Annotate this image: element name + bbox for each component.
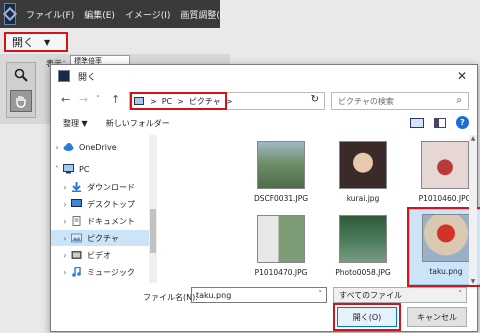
chevron-down-icon[interactable]: ˅ bbox=[459, 290, 463, 298]
forward-arrow-icon[interactable]: → bbox=[79, 93, 88, 106]
nav-item-label: ピクチャ bbox=[87, 233, 119, 243]
file-thumbnail bbox=[421, 141, 469, 189]
dialog-app-icon bbox=[58, 70, 70, 82]
nav-item-label: ビデオ bbox=[87, 250, 111, 260]
recent-chevron-icon[interactable]: ˅ bbox=[96, 95, 100, 103]
help-icon[interactable]: ? bbox=[456, 116, 469, 129]
filename-input[interactable]: taku.png ˅ bbox=[191, 287, 327, 303]
nav-item-desktop[interactable]: › デスクトップ bbox=[59, 196, 159, 212]
file-name: DSCF0031.JPG bbox=[253, 194, 309, 203]
chevron-icon[interactable]: › bbox=[59, 268, 71, 277]
hand-tool-icon[interactable] bbox=[10, 90, 32, 112]
file-name: kurai.jpg bbox=[346, 194, 380, 203]
open-tool-label: 開く bbox=[12, 36, 34, 49]
address-bar[interactable]: > PC > ピクチャ > ↻ bbox=[129, 92, 325, 110]
chevron-icon[interactable]: › bbox=[59, 200, 71, 209]
chevron-down-icon[interactable]: ▼ bbox=[44, 38, 50, 47]
nav-item-label: ダウンロード bbox=[87, 182, 135, 192]
scroll-down-icon[interactable]: ▼ bbox=[469, 278, 477, 285]
file-item[interactable]: P1010470.JPG bbox=[245, 211, 317, 283]
menu-bar: ファイル(F) 編集(E) イメージ(I) 画質調整(L) bbox=[0, 0, 228, 28]
dialog-title: 開く bbox=[78, 72, 97, 83]
back-arrow-icon[interactable]: ← bbox=[61, 93, 70, 106]
new-folder-button[interactable]: 新しいフォルダー bbox=[106, 118, 170, 129]
chevron-icon[interactable]: › bbox=[59, 217, 71, 226]
filename-label: ファイル名(N): bbox=[143, 293, 198, 302]
app-logo-icon bbox=[2, 3, 18, 25]
file-item[interactable]: Photo0058.JPG bbox=[327, 211, 399, 283]
address-highlight bbox=[130, 92, 227, 110]
file-thumbnail bbox=[339, 215, 387, 263]
video-icon bbox=[71, 251, 82, 259]
nav-item-pc[interactable]: ˅ PC bbox=[51, 161, 151, 177]
filetype-select[interactable]: すべてのファイル ˅ bbox=[333, 287, 467, 303]
search-icon: ⌕ bbox=[456, 95, 462, 106]
scroll-up-icon[interactable]: ▲ bbox=[469, 135, 477, 142]
organize-button[interactable]: 整理 ▼ bbox=[63, 118, 88, 129]
chevron-icon[interactable]: ˅ bbox=[51, 165, 63, 174]
desktop-icon bbox=[71, 199, 82, 207]
navigation-pane: › OneDrive ˅ PC › ダウンロード › デスクトップ › ドキュメ… bbox=[51, 135, 159, 285]
nav-item-documents[interactable]: › ドキュメント bbox=[59, 213, 159, 229]
chevron-icon[interactable]: › bbox=[59, 183, 71, 192]
view-mode-icon[interactable] bbox=[410, 117, 424, 128]
filetype-value: すべてのファイル bbox=[339, 290, 403, 300]
download-icon bbox=[72, 182, 81, 192]
refresh-icon[interactable]: ↻ bbox=[311, 94, 319, 105]
content-scrollbar[interactable]: ▲ ▼ bbox=[469, 135, 477, 285]
file-grid: DSCF0031.JPG kurai.jpg P1010460.JPG P101… bbox=[161, 135, 480, 287]
nav-scroll-thumb[interactable] bbox=[150, 209, 156, 253]
chevron-down-icon[interactable]: ˅ bbox=[319, 290, 323, 298]
file-item[interactable]: DSCF0031.JPG bbox=[245, 137, 317, 209]
file-name: Photo0058.JPG bbox=[335, 268, 391, 277]
nav-item-music[interactable]: › ミュージック bbox=[59, 264, 159, 280]
file-thumbnail bbox=[339, 141, 387, 189]
command-bar: 整理 ▼ 新しいフォルダー ? bbox=[51, 113, 477, 133]
nav-item-label: ドキュメント bbox=[87, 216, 135, 226]
search-box[interactable]: ピクチャの検索 ⌕ bbox=[331, 92, 469, 110]
pc-icon bbox=[63, 164, 74, 174]
navigation-row: ← → ˅ ↑ > PC > ピクチャ > ↻ ピクチャの検索 ⌕ bbox=[51, 89, 477, 111]
open-button[interactable]: 開く(O) bbox=[337, 307, 397, 327]
menu-edit[interactable]: 編集(E) bbox=[84, 8, 115, 21]
zoom-tool-icon[interactable] bbox=[10, 64, 32, 86]
file-item[interactable]: kurai.jpg bbox=[327, 137, 399, 209]
preview-pane-icon[interactable] bbox=[434, 117, 446, 128]
search-placeholder: ピクチャの検索 bbox=[338, 96, 394, 106]
music-icon bbox=[72, 267, 81, 277]
open-dialog: 開く ✕ ← → ˅ ↑ > PC > ピクチャ > ↻ ピクチャの検索 ⌕ 整… bbox=[50, 64, 480, 332]
documents-icon bbox=[72, 216, 81, 226]
nav-item-label: デスクトップ bbox=[87, 199, 135, 209]
nav-item-label: ミュージック bbox=[87, 267, 135, 277]
filename-value: taku.png bbox=[196, 290, 232, 300]
up-arrow-icon[interactable]: ↑ bbox=[111, 93, 120, 106]
close-icon[interactable]: ✕ bbox=[457, 69, 467, 83]
cloud-icon bbox=[63, 143, 74, 151]
nav-item-videos[interactable]: › ビデオ bbox=[59, 247, 159, 263]
nav-item-pictures[interactable]: › ピクチャ bbox=[51, 230, 149, 246]
nav-item-onedrive[interactable]: › OneDrive bbox=[51, 139, 151, 155]
chevron-icon[interactable]: › bbox=[59, 234, 71, 243]
cancel-button[interactable]: キャンセル bbox=[407, 307, 467, 327]
file-thumbnail bbox=[422, 214, 470, 262]
nav-item-label: PC bbox=[79, 164, 90, 174]
menu-adjust[interactable]: 画質調整(L) bbox=[180, 8, 228, 21]
nav-item-label: OneDrive bbox=[79, 142, 117, 152]
file-thumbnail bbox=[257, 141, 305, 189]
nav-item-downloads[interactable]: › ダウンロード bbox=[59, 179, 159, 195]
menu-image[interactable]: イメージ(I) bbox=[125, 8, 171, 21]
file-thumbnail bbox=[257, 215, 305, 263]
open-tool-button[interactable]: 開く ▼ bbox=[4, 32, 68, 52]
file-name: P1010470.JPG bbox=[254, 268, 308, 277]
chevron-icon[interactable]: › bbox=[51, 143, 63, 152]
chevron-icon[interactable]: › bbox=[59, 251, 71, 260]
dialog-titlebar: 開く ✕ bbox=[51, 65, 477, 87]
pictures-icon bbox=[71, 233, 82, 243]
menu-file[interactable]: ファイル(F) bbox=[26, 8, 74, 21]
